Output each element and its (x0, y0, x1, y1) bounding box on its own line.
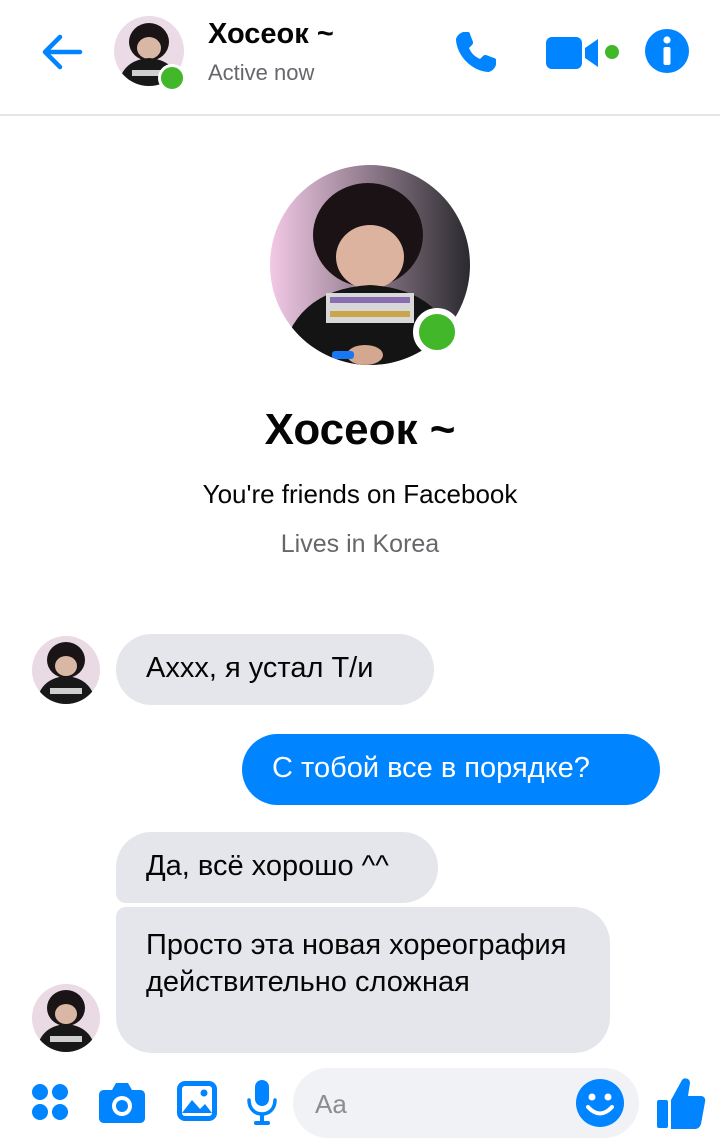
microphone-icon[interactable] (245, 1078, 279, 1126)
phone-icon[interactable] (450, 26, 502, 78)
video-camera-icon[interactable] (544, 30, 624, 76)
emoji-icon[interactable] (575, 1078, 625, 1128)
camera-icon[interactable] (98, 1080, 146, 1124)
message-input-container (293, 1068, 639, 1138)
friends-info: You're friends on Facebook (202, 479, 518, 509)
message-bubble-outgoing[interactable]: С тобой все в порядке? (242, 734, 660, 805)
apps-icon[interactable] (30, 1082, 70, 1122)
location-info: Lives in Korea (280, 530, 440, 558)
profile-presence-dot (413, 308, 461, 356)
conversation-header: Хосеок ~ Active now (0, 0, 720, 116)
contact-name[interactable]: Хосеок ~ (208, 18, 334, 51)
message-avatar[interactable] (32, 636, 100, 704)
photo-icon[interactable] (176, 1080, 218, 1122)
active-status: Active now (208, 60, 315, 85)
message-composer (0, 1064, 720, 1142)
presence-dot (158, 64, 186, 92)
message-bubble-incoming[interactable]: Ахxx, я устал Т/и (116, 634, 434, 705)
thumbs-up-icon[interactable] (656, 1076, 706, 1130)
message-bubble-incoming[interactable]: Да, всё хорошо ^^ (116, 832, 438, 903)
back-arrow-icon[interactable] (36, 26, 88, 78)
profile-name: Хосеок ~ (264, 405, 456, 454)
message-bubble-incoming[interactable]: Просто эта новая хореография действитель… (116, 907, 610, 1053)
message-avatar[interactable] (32, 984, 100, 1052)
info-icon[interactable] (644, 28, 690, 74)
message-input[interactable] (313, 1082, 567, 1126)
